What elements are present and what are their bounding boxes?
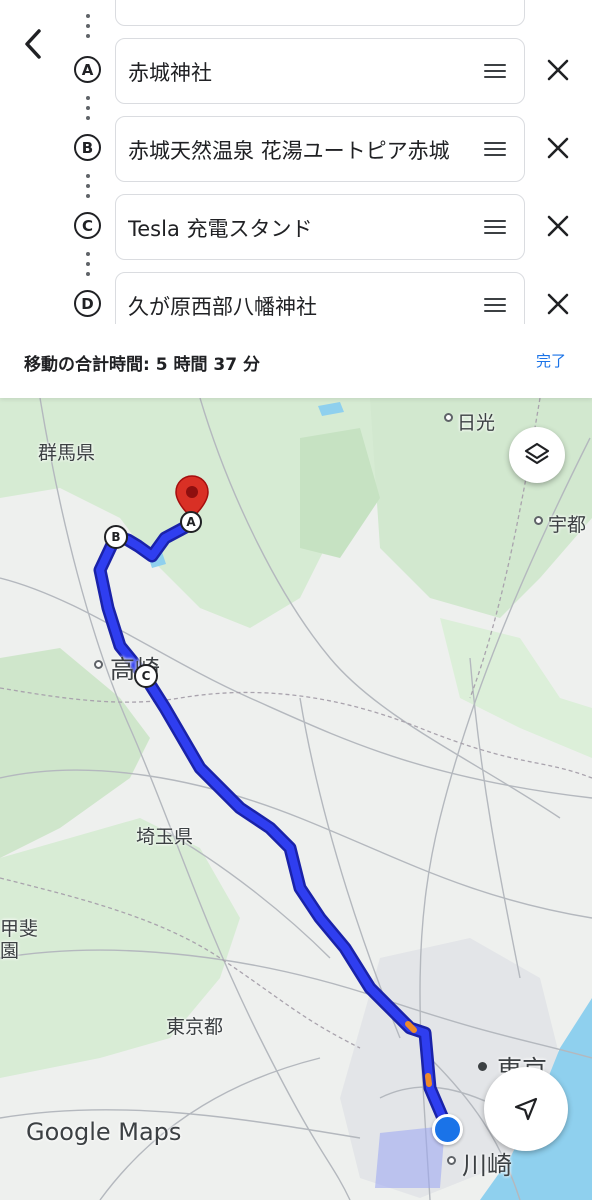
total-travel-time: 移動の合計時間: 5 時間 37 分 xyxy=(24,355,260,375)
stop-marker-c: C xyxy=(74,212,101,239)
google-maps-logo: Google Maps xyxy=(26,1118,182,1146)
forest-area xyxy=(0,818,240,1078)
stop-marker-a: A xyxy=(74,56,101,83)
map-label-nikko: 日光 xyxy=(457,412,496,434)
navigate-button[interactable] xyxy=(484,1067,568,1151)
previous-stop-field[interactable] xyxy=(115,0,525,26)
layers-icon xyxy=(524,442,550,465)
stop-name: 久が原西部八幡神社 xyxy=(128,295,317,319)
map-label-saitama: 埼玉県 xyxy=(136,826,194,848)
map-label-tokyo-pref: 東京都 xyxy=(166,1016,224,1038)
map-label-utsunomiya: 宇都 xyxy=(548,514,587,536)
close-icon xyxy=(547,293,569,315)
current-location-dot xyxy=(432,1114,463,1145)
traffic-segment xyxy=(405,1021,417,1033)
close-icon xyxy=(547,59,569,81)
place-dot xyxy=(478,1062,487,1071)
drag-handle-icon[interactable] xyxy=(484,220,506,234)
remove-stop-button[interactable] xyxy=(540,286,576,322)
close-icon xyxy=(547,137,569,159)
stop-field-a[interactable]: 赤城神社 xyxy=(115,38,525,104)
stop-field-b[interactable]: 赤城天然温泉 花湯ユートピア赤城 xyxy=(115,116,525,182)
done-button[interactable]: 完了 xyxy=(536,350,566,371)
map-label-gunma: 群馬県 xyxy=(38,442,96,464)
remove-stop-button[interactable] xyxy=(540,52,576,88)
stop-name: 赤城天然温泉 花湯ユートピア赤城 xyxy=(128,139,450,163)
stop-row-d: D 久が原西部八幡神社 xyxy=(0,272,592,324)
traffic-segment xyxy=(425,1073,432,1087)
route-connector-dots xyxy=(85,14,91,38)
layers-button[interactable] xyxy=(509,427,565,483)
drag-handle-icon[interactable] xyxy=(484,298,506,312)
remove-stop-button[interactable] xyxy=(540,130,576,166)
stop-field-c[interactable]: Tesla 充電スタンド xyxy=(115,194,525,260)
place-dot xyxy=(447,1156,456,1165)
navigation-arrow-icon xyxy=(514,1097,538,1121)
stop-row-b: B 赤城天然温泉 花湯ユートピア赤城 xyxy=(0,116,592,182)
waypoint-marker-c[interactable]: C xyxy=(134,664,158,688)
stop-name: Tesla 充電スタンド xyxy=(128,217,313,241)
stop-marker-b: B xyxy=(74,134,101,161)
place-dot xyxy=(534,516,543,525)
map-label-yamanashi: 園 xyxy=(0,940,20,962)
stop-row-c: C Tesla 充電スタンド xyxy=(0,194,592,260)
stop-name: 赤城神社 xyxy=(128,61,212,85)
place-dot xyxy=(444,413,453,422)
drag-handle-icon[interactable] xyxy=(484,142,506,156)
map-view[interactable]: 群馬県 日光 宇都 高崎 埼玉県 甲斐 園 東京都 東京 川崎 A B C Go… xyxy=(0,398,592,1200)
stop-row-a: A 赤城神社 xyxy=(0,38,592,104)
drag-handle-icon[interactable] xyxy=(484,64,506,78)
waypoint-marker-a[interactable]: A xyxy=(180,511,202,533)
stop-field-d[interactable]: 久が原西部八幡神社 xyxy=(115,272,525,324)
waypoint-marker-b[interactable]: B xyxy=(104,525,128,549)
remove-stop-button[interactable] xyxy=(540,208,576,244)
directions-panel: A 赤城神社 B 赤城天然温泉 花湯ユートピア赤城 C Tesla 充電スタンド xyxy=(0,0,592,398)
stop-marker-d: D xyxy=(74,290,101,317)
close-icon xyxy=(547,215,569,237)
place-dot xyxy=(94,660,103,669)
map-label-kawasaki: 川崎 xyxy=(462,1151,513,1180)
